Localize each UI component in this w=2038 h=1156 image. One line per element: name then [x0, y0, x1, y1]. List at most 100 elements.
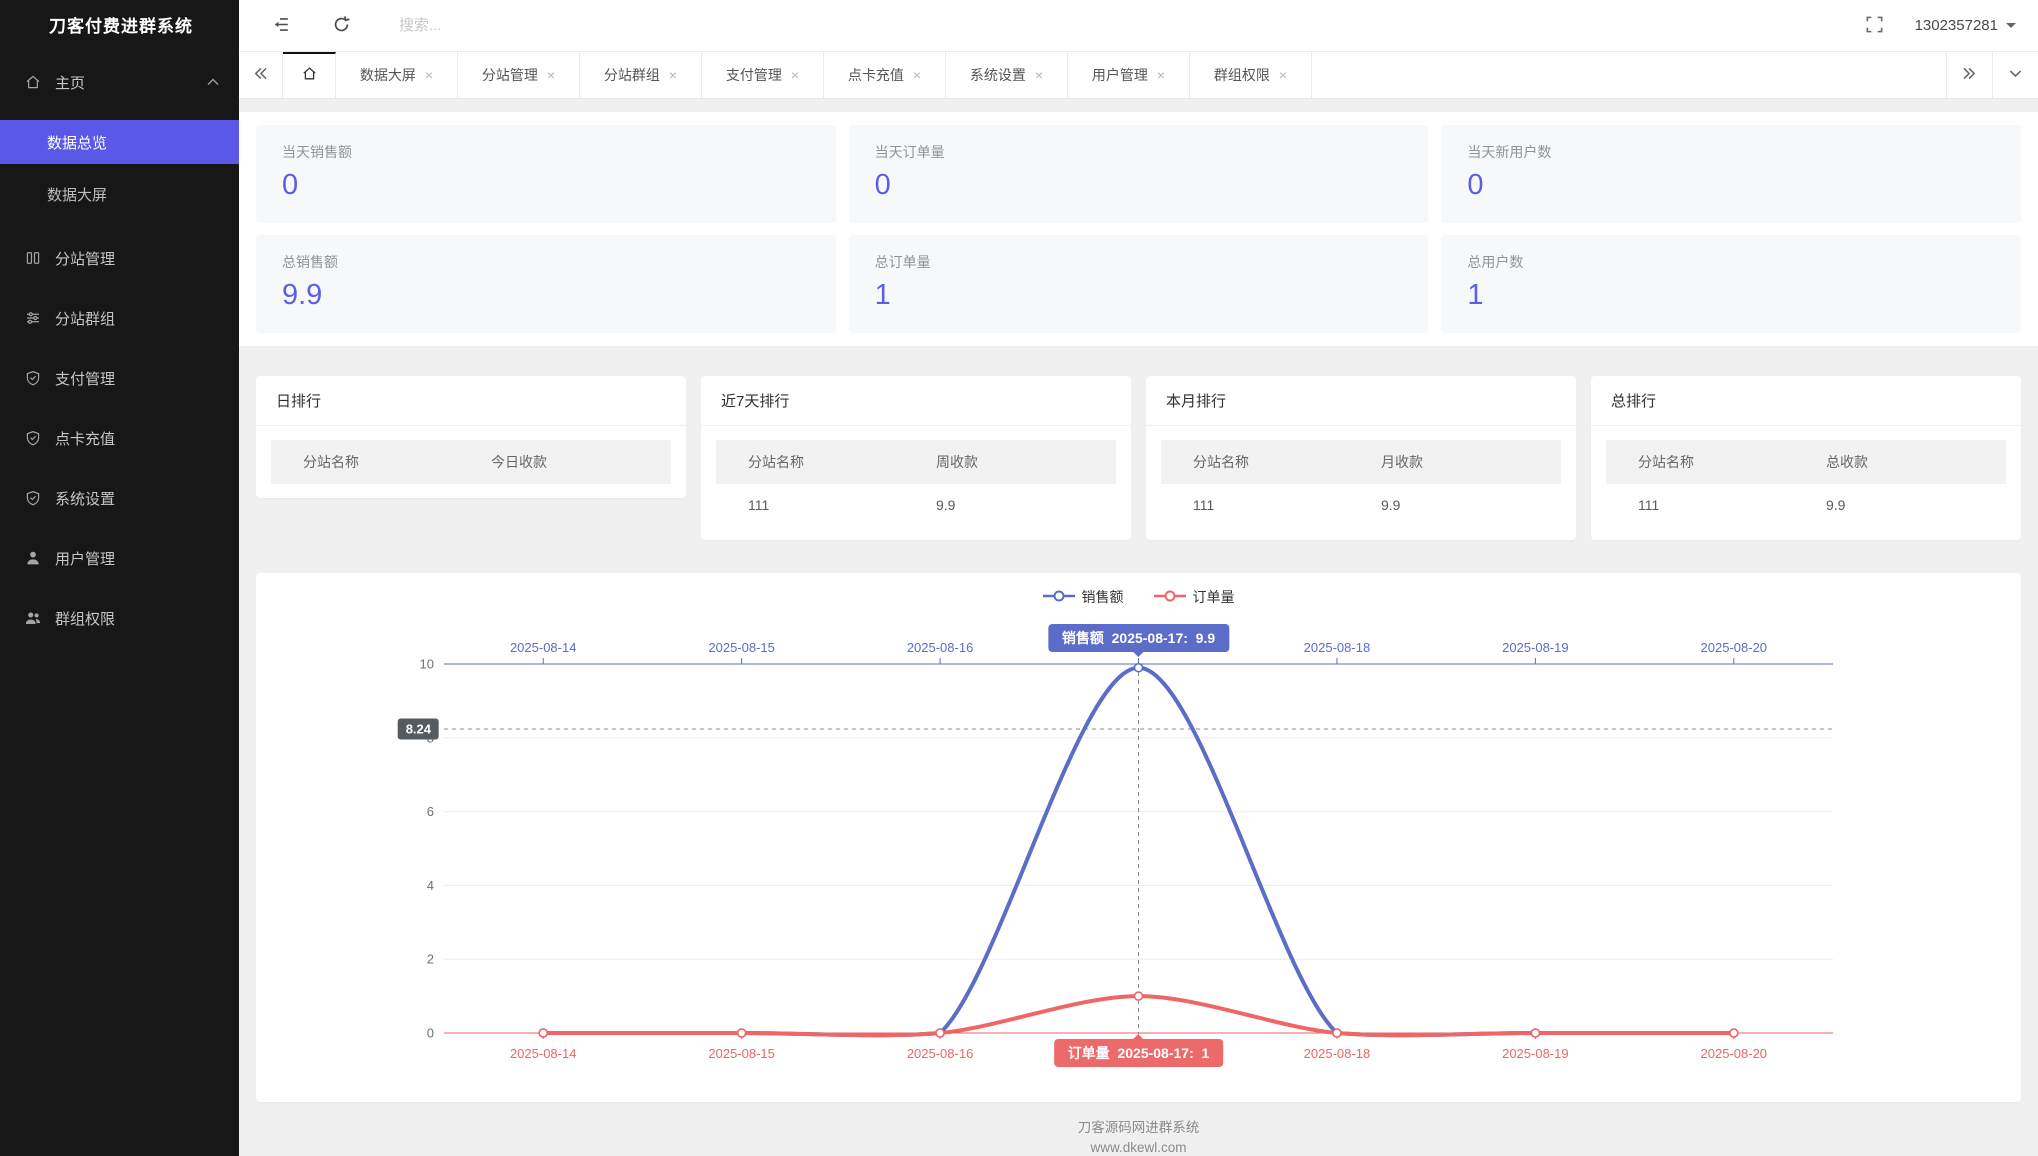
tooltip-arrow	[1133, 1028, 1145, 1040]
page-footer: 刀客源码网进群系统 www.dkewl.com	[239, 1118, 2038, 1156]
chart-tooltip-text: 订单量 2025-08-17: 1	[1068, 1045, 1210, 1061]
stat-tile: 总订单量1	[849, 235, 1429, 333]
topbar: 1302357281	[239, 0, 2038, 52]
sidebar-item-data-overview[interactable]: 数据总览	[0, 120, 239, 164]
tab-item[interactable]: 群组权限×	[1190, 52, 1312, 98]
chart-tooltip: 销售额 2025-08-17: 9.9	[1048, 624, 1229, 652]
home-icon	[301, 65, 318, 87]
sidebar-item-site-manage[interactable]: 分站管理	[0, 228, 239, 288]
columns-icon	[24, 249, 42, 267]
ranking-table: 分站名称今日收款	[256, 426, 686, 498]
stat-value: 0	[1467, 169, 1995, 202]
sliders-icon	[24, 309, 42, 327]
axis-pointer-value: 8.24	[406, 721, 431, 736]
legend-item[interactable]: 订单量	[1154, 587, 1235, 607]
home-icon	[24, 73, 42, 91]
tab-close-icon[interactable]: ×	[547, 68, 555, 82]
table-header-row: 分站名称总收款	[1606, 440, 2006, 484]
table-cell: 9.9	[1381, 497, 1561, 513]
fullscreen-button[interactable]	[1855, 6, 1895, 46]
rankings-section: 日排行分站名称今日收款近7天排行分站名称周收款1119.9本月排行分站名称月收款…	[256, 376, 2021, 540]
sidebar-item-home[interactable]: 主页	[0, 52, 239, 112]
ranking-table: 分站名称月收款1119.9	[1146, 426, 1576, 540]
tab-close-icon[interactable]: ×	[669, 68, 677, 82]
data-point-marker	[738, 1029, 746, 1037]
user-icon	[24, 549, 42, 567]
bottom-x-axis-label: 2025-08-15	[708, 1046, 775, 1061]
sidebar-item-label: 用户管理	[55, 548, 115, 569]
sidebar-item-site-group[interactable]: 分站群组	[0, 288, 239, 348]
tab-close-icon[interactable]: ×	[913, 68, 921, 82]
tab-close-icon[interactable]: ×	[1279, 68, 1287, 82]
table-cell: 111	[716, 497, 936, 513]
shield-check-icon	[24, 429, 42, 447]
sidebar-item-pay-manage[interactable]: 支付管理	[0, 348, 239, 408]
tab-item[interactable]: 分站群组×	[580, 52, 702, 98]
tab-close-icon[interactable]: ×	[425, 68, 433, 82]
bottom-x-axis-label: 2025-08-19	[1502, 1046, 1569, 1061]
tab-item[interactable]: 点卡充值×	[824, 52, 946, 98]
table-header-cell: 周收款	[936, 452, 1116, 472]
top-x-axis-label: 2025-08-14	[510, 640, 577, 655]
tab-label: 支付管理	[726, 65, 782, 85]
tab-item[interactable]: 分站管理×	[458, 52, 580, 98]
stat-label: 当天销售额	[282, 142, 810, 162]
sidebar-item-label: 数据大屏	[47, 184, 107, 205]
collapse-sidebar-icon	[272, 15, 291, 37]
stat-tile: 当天订单量0	[849, 125, 1429, 223]
tab-close-icon[interactable]: ×	[1157, 68, 1165, 82]
stat-tile: 当天新用户数0	[1441, 125, 2021, 223]
sidebar-item-label: 群组权限	[55, 608, 115, 629]
sidebar-item-label: 分站管理	[55, 248, 115, 269]
ranking-card: 本月排行分站名称月收款1119.9	[1146, 376, 1576, 540]
users-icon	[24, 609, 42, 627]
table-header-cell: 分站名称	[271, 452, 491, 472]
ranking-card: 日排行分站名称今日收款	[256, 376, 686, 498]
chart-tooltip: 订单量 2025-08-17: 1	[1054, 1039, 1224, 1067]
y-axis-label: 0	[427, 1026, 434, 1041]
tab-item[interactable]: 数据大屏×	[336, 52, 458, 98]
top-x-axis-label: 2025-08-15	[708, 640, 775, 655]
sidebar-item-data-screen[interactable]: 数据大屏	[0, 172, 239, 216]
stat-value: 0	[282, 169, 810, 202]
refresh-button[interactable]	[321, 6, 361, 46]
tabs-dropdown-button[interactable]	[1992, 52, 2038, 98]
table-header-cell: 分站名称	[716, 452, 936, 472]
shield-check-icon	[24, 369, 42, 387]
table-header-cell: 分站名称	[1161, 452, 1381, 472]
legend-marker-icon	[1154, 589, 1186, 605]
search-input[interactable]	[399, 17, 759, 34]
top-x-axis-label: 2025-08-20	[1701, 640, 1768, 655]
tab-item[interactable]: 系统设置×	[946, 52, 1068, 98]
tooltip-arrow	[1132, 651, 1144, 663]
collapse-sidebar-button[interactable]	[261, 6, 301, 46]
stat-tile: 总用户数1	[1441, 235, 2021, 333]
tab-home[interactable]	[283, 52, 336, 98]
stat-tile: 总销售额9.9	[256, 235, 836, 333]
tab-close-icon[interactable]: ×	[791, 68, 799, 82]
table-cell: 111	[1161, 497, 1381, 513]
data-point-marker	[1730, 1029, 1738, 1037]
sidebar-item-group-permission[interactable]: 群组权限	[0, 588, 239, 648]
user-menu[interactable]: 1302357281	[1915, 17, 2016, 34]
sidebar-item-label: 点卡充值	[55, 428, 115, 449]
chart-tooltip-text: 销售额 2025-08-17: 9.9	[1062, 630, 1215, 646]
tab-close-icon[interactable]: ×	[1035, 68, 1043, 82]
sidebar-item-label: 系统设置	[55, 488, 115, 509]
user-id: 1302357281	[1915, 17, 1998, 34]
sidebar-item-card-recharge[interactable]: 点卡充值	[0, 408, 239, 468]
top-x-axis-label: 2025-08-18	[1304, 640, 1371, 655]
tabs-scroll-left-button[interactable]	[239, 52, 283, 98]
data-point-marker	[1531, 1029, 1539, 1037]
tab-item[interactable]: 用户管理×	[1068, 52, 1190, 98]
legend-item[interactable]: 销售额	[1043, 587, 1124, 607]
sidebar-item-system-settings[interactable]: 系统设置	[0, 468, 239, 528]
legend-label: 销售额	[1082, 587, 1124, 607]
tabs-scroll-right-button[interactable]	[1946, 52, 1992, 98]
stat-label: 总销售额	[282, 252, 810, 272]
tab-item[interactable]: 支付管理 ×	[702, 52, 824, 98]
table-row: 1119.9	[716, 484, 1116, 526]
sidebar-item-user-manage[interactable]: 用户管理	[0, 528, 239, 588]
legend-marker-icon	[1043, 589, 1075, 605]
y-axis-label: 4	[427, 878, 434, 893]
